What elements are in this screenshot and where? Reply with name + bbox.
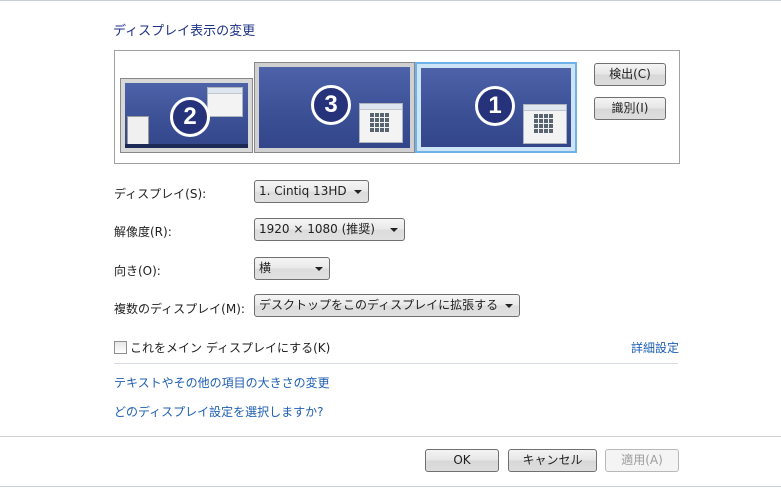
monitor-1-number-badge: 1 — [475, 86, 515, 126]
monitor-2-taskbar — [125, 144, 248, 148]
bottom-divider — [0, 486, 781, 487]
monitor-3[interactable]: 1 3 — [254, 62, 415, 153]
cancel-button[interactable]: キャンセル — [508, 449, 597, 472]
monitor-1-grid-icon — [534, 114, 553, 133]
resolution-label: 解像度(R): — [114, 225, 172, 239]
footer-divider — [0, 436, 781, 437]
page-title: ディスプレイ表示の変更 — [113, 24, 256, 39]
monitor-1-selected[interactable]: 1 — [415, 62, 577, 153]
text-size-link[interactable]: テキストやその他の項目の大きさの変更 — [114, 374, 330, 391]
which-settings-link[interactable]: どのディスプレイ設定を選択しますか? — [114, 403, 324, 420]
monitor-2-number-badge: 2 — [170, 97, 210, 137]
orientation-select-value: 横 — [259, 261, 272, 275]
monitor-2[interactable]: 2 — [120, 78, 253, 153]
display-label: ディスプレイ(S): — [114, 187, 207, 201]
monitor-3-grid-icon — [370, 113, 389, 132]
multiple-displays-select-value: デスクトップをこのディスプレイに拡張する — [259, 298, 499, 312]
chevron-down-icon — [315, 267, 323, 271]
orientation-select[interactable]: 横 — [254, 257, 330, 280]
chevron-down-icon — [390, 228, 398, 232]
apply-button[interactable]: 適用(A) — [605, 449, 679, 472]
main-display-checkbox-label[interactable]: これをメイン ディスプレイにする(K) — [130, 339, 330, 356]
multiple-displays-select[interactable]: デスクトップをこのディスプレイに拡張する — [254, 294, 520, 317]
monitor-3-window-thumbnail — [359, 103, 403, 143]
chevron-down-icon — [505, 304, 513, 308]
monitor-3-number-badge-visible: 3 — [311, 85, 351, 125]
identify-button[interactable]: 識別(I) — [594, 97, 666, 120]
display-select[interactable]: 1. Cintiq 13HD — [254, 180, 369, 203]
resolution-select[interactable]: 1920 × 1080 (推奨) — [254, 218, 405, 241]
main-display-checkbox[interactable] — [114, 341, 127, 354]
advanced-settings-link[interactable]: 詳細設定 — [631, 339, 679, 356]
monitor-2-window-thumbnail — [207, 87, 243, 117]
chevron-down-icon — [354, 190, 362, 194]
orientation-label: 向き(O): — [114, 264, 161, 278]
ok-button[interactable]: OK — [425, 449, 499, 472]
section-divider — [114, 363, 678, 364]
monitor-1-window-thumbnail — [523, 104, 567, 144]
detect-button[interactable]: 検出(C) — [594, 63, 666, 86]
multiple-displays-label: 複数のディスプレイ(M): — [114, 302, 245, 316]
top-divider — [0, 0, 781, 1]
display-select-value: 1. Cintiq 13HD — [259, 184, 347, 198]
resolution-select-value: 1920 × 1080 (推奨) — [259, 222, 375, 236]
